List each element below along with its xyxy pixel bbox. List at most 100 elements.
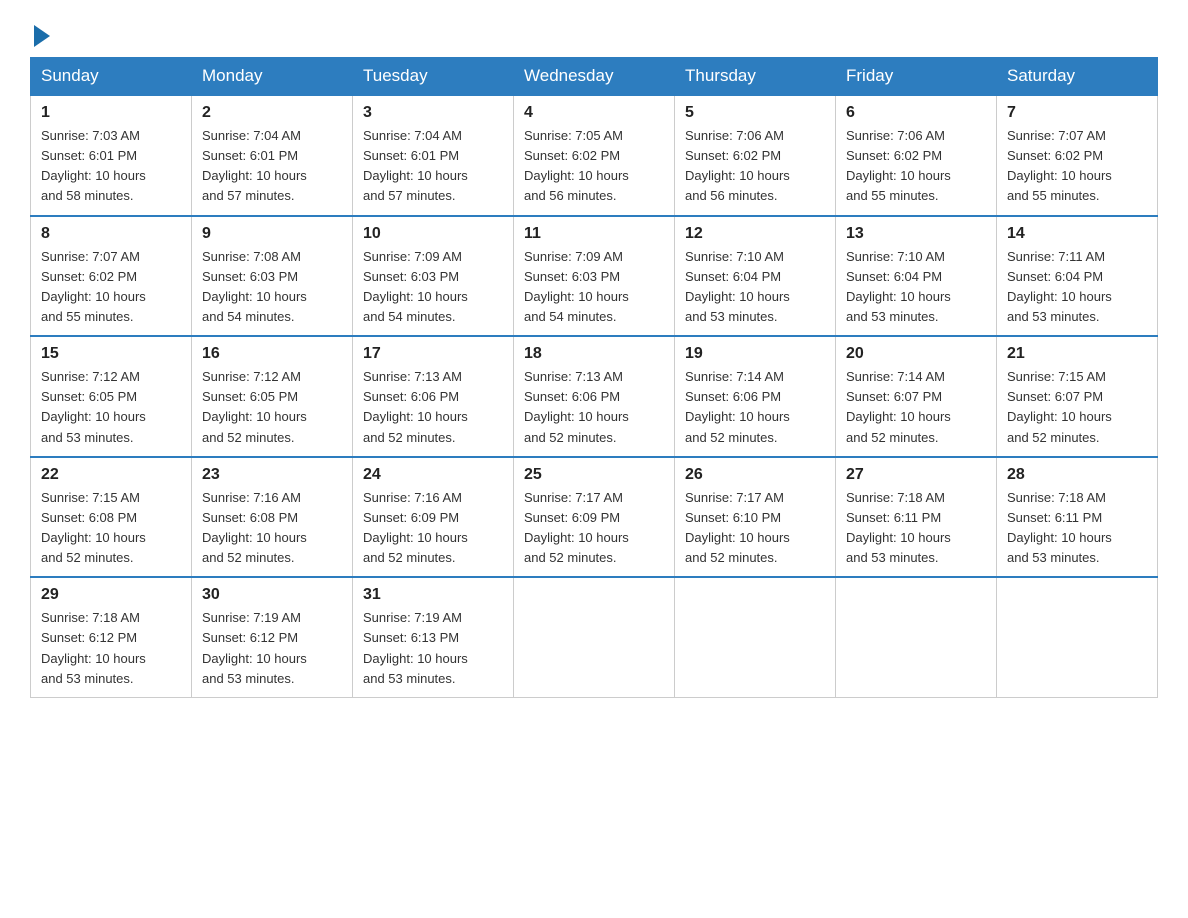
calendar-cell — [997, 577, 1158, 697]
calendar-cell: 8 Sunrise: 7:07 AMSunset: 6:02 PMDaylight… — [31, 216, 192, 337]
col-header-monday: Monday — [192, 58, 353, 96]
day-info: Sunrise: 7:18 AMSunset: 6:12 PMDaylight:… — [41, 608, 181, 689]
day-number: 5 — [685, 104, 825, 122]
calendar-cell: 12 Sunrise: 7:10 AMSunset: 6:04 PMDayligh… — [675, 216, 836, 337]
calendar-cell: 2 Sunrise: 7:04 AMSunset: 6:01 PMDaylight… — [192, 95, 353, 216]
calendar-header-row: SundayMondayTuesdayWednesdayThursdayFrid… — [31, 58, 1158, 96]
calendar-cell: 6 Sunrise: 7:06 AMSunset: 6:02 PMDaylight… — [836, 95, 997, 216]
day-number: 11 — [524, 225, 664, 243]
day-number: 14 — [1007, 225, 1147, 243]
day-info: Sunrise: 7:14 AMSunset: 6:06 PMDaylight:… — [685, 367, 825, 448]
day-info: Sunrise: 7:05 AMSunset: 6:02 PMDaylight:… — [524, 126, 664, 207]
day-number: 15 — [41, 345, 181, 363]
day-number: 23 — [202, 466, 342, 484]
calendar-cell: 28Sunrise: 7:18 AMSunset: 6:11 PMDayligh… — [997, 457, 1158, 578]
col-header-wednesday: Wednesday — [514, 58, 675, 96]
day-info: Sunrise: 7:06 AMSunset: 6:02 PMDaylight:… — [846, 126, 986, 207]
calendar-cell: 18 Sunrise: 7:13 AMSunset: 6:06 PMDayligh… — [514, 336, 675, 457]
calendar-cell: 30Sunrise: 7:19 AMSunset: 6:12 PMDayligh… — [192, 577, 353, 697]
day-number: 13 — [846, 225, 986, 243]
col-header-thursday: Thursday — [675, 58, 836, 96]
day-number: 21 — [1007, 345, 1147, 363]
day-number: 29 — [41, 586, 181, 604]
calendar-cell: 21 Sunrise: 7:15 AMSunset: 6:07 PMDayligh… — [997, 336, 1158, 457]
day-number: 18 — [524, 345, 664, 363]
day-info: Sunrise: 7:07 AMSunset: 6:02 PMDaylight:… — [1007, 126, 1147, 207]
col-header-tuesday: Tuesday — [353, 58, 514, 96]
day-info: Sunrise: 7:13 AMSunset: 6:06 PMDaylight:… — [524, 367, 664, 448]
day-info: Sunrise: 7:19 AMSunset: 6:13 PMDaylight:… — [363, 608, 503, 689]
day-number: 9 — [202, 225, 342, 243]
col-header-saturday: Saturday — [997, 58, 1158, 96]
day-info: Sunrise: 7:16 AMSunset: 6:08 PMDaylight:… — [202, 488, 342, 569]
day-number: 8 — [41, 225, 181, 243]
calendar-cell: 13 Sunrise: 7:10 AMSunset: 6:04 PMDayligh… — [836, 216, 997, 337]
calendar-cell: 31 Sunrise: 7:19 AMSunset: 6:13 PMDayligh… — [353, 577, 514, 697]
day-info: Sunrise: 7:17 AMSunset: 6:10 PMDaylight:… — [685, 488, 825, 569]
calendar-cell: 11 Sunrise: 7:09 AMSunset: 6:03 PMDayligh… — [514, 216, 675, 337]
calendar-cell: 3Sunrise: 7:04 AMSunset: 6:01 PMDaylight… — [353, 95, 514, 216]
calendar-cell: 9 Sunrise: 7:08 AMSunset: 6:03 PMDaylight… — [192, 216, 353, 337]
calendar-week-row: 29 Sunrise: 7:18 AMSunset: 6:12 PMDayligh… — [31, 577, 1158, 697]
calendar-cell: 29 Sunrise: 7:18 AMSunset: 6:12 PMDayligh… — [31, 577, 192, 697]
day-number: 20 — [846, 345, 986, 363]
day-info: Sunrise: 7:09 AMSunset: 6:03 PMDaylight:… — [524, 247, 664, 328]
calendar-week-row: 8 Sunrise: 7:07 AMSunset: 6:02 PMDaylight… — [31, 216, 1158, 337]
day-info: Sunrise: 7:07 AMSunset: 6:02 PMDaylight:… — [41, 247, 181, 328]
day-number: 4 — [524, 104, 664, 122]
calendar-cell: 16 Sunrise: 7:12 AMSunset: 6:05 PMDayligh… — [192, 336, 353, 457]
day-info: Sunrise: 7:08 AMSunset: 6:03 PMDaylight:… — [202, 247, 342, 328]
day-info: Sunrise: 7:16 AMSunset: 6:09 PMDaylight:… — [363, 488, 503, 569]
calendar-cell: 14 Sunrise: 7:11 AMSunset: 6:04 PMDayligh… — [997, 216, 1158, 337]
day-number: 30 — [202, 586, 342, 604]
day-number: 2 — [202, 104, 342, 122]
day-info: Sunrise: 7:15 AMSunset: 6:07 PMDaylight:… — [1007, 367, 1147, 448]
calendar-week-row: 15 Sunrise: 7:12 AMSunset: 6:05 PMDayligh… — [31, 336, 1158, 457]
day-number: 31 — [363, 586, 503, 604]
calendar-cell: 17 Sunrise: 7:13 AMSunset: 6:06 PMDayligh… — [353, 336, 514, 457]
day-number: 7 — [1007, 104, 1147, 122]
day-info: Sunrise: 7:14 AMSunset: 6:07 PMDaylight:… — [846, 367, 986, 448]
calendar-cell: 24Sunrise: 7:16 AMSunset: 6:09 PMDayligh… — [353, 457, 514, 578]
day-number: 25 — [524, 466, 664, 484]
day-number: 12 — [685, 225, 825, 243]
day-number: 6 — [846, 104, 986, 122]
day-info: Sunrise: 7:12 AMSunset: 6:05 PMDaylight:… — [202, 367, 342, 448]
calendar-cell: 15Sunrise: 7:12 AMSunset: 6:05 PMDayligh… — [31, 336, 192, 457]
day-info: Sunrise: 7:13 AMSunset: 6:06 PMDaylight:… — [363, 367, 503, 448]
day-number: 22 — [41, 466, 181, 484]
day-info: Sunrise: 7:10 AMSunset: 6:04 PMDaylight:… — [846, 247, 986, 328]
logo — [30, 20, 50, 47]
calendar-cell — [514, 577, 675, 697]
calendar-cell: 1Sunrise: 7:03 AMSunset: 6:01 PMDaylight… — [31, 95, 192, 216]
col-header-friday: Friday — [836, 58, 997, 96]
calendar-cell — [675, 577, 836, 697]
day-number: 10 — [363, 225, 503, 243]
day-info: Sunrise: 7:04 AMSunset: 6:01 PMDaylight:… — [202, 126, 342, 207]
col-header-sunday: Sunday — [31, 58, 192, 96]
day-info: Sunrise: 7:04 AMSunset: 6:01 PMDaylight:… — [363, 126, 503, 207]
day-info: Sunrise: 7:11 AMSunset: 6:04 PMDaylight:… — [1007, 247, 1147, 328]
calendar-cell: 20 Sunrise: 7:14 AMSunset: 6:07 PMDayligh… — [836, 336, 997, 457]
day-info: Sunrise: 7:18 AMSunset: 6:11 PMDaylight:… — [846, 488, 986, 569]
day-info: Sunrise: 7:10 AMSunset: 6:04 PMDaylight:… — [685, 247, 825, 328]
calendar-cell: 22Sunrise: 7:15 AMSunset: 6:08 PMDayligh… — [31, 457, 192, 578]
calendar-cell: 23 Sunrise: 7:16 AMSunset: 6:08 PMDayligh… — [192, 457, 353, 578]
day-number: 28 — [1007, 466, 1147, 484]
calendar-cell: 19Sunrise: 7:14 AMSunset: 6:06 PMDayligh… — [675, 336, 836, 457]
calendar-cell — [836, 577, 997, 697]
page-header — [30, 20, 1158, 47]
day-info: Sunrise: 7:09 AMSunset: 6:03 PMDaylight:… — [363, 247, 503, 328]
calendar-cell: 26Sunrise: 7:17 AMSunset: 6:10 PMDayligh… — [675, 457, 836, 578]
day-number: 1 — [41, 104, 181, 122]
day-number: 16 — [202, 345, 342, 363]
calendar-table: SundayMondayTuesdayWednesdayThursdayFrid… — [30, 57, 1158, 698]
day-info: Sunrise: 7:06 AMSunset: 6:02 PMDaylight:… — [685, 126, 825, 207]
calendar-cell: 27 Sunrise: 7:18 AMSunset: 6:11 PMDayligh… — [836, 457, 997, 578]
day-number: 27 — [846, 466, 986, 484]
calendar-cell: 25 Sunrise: 7:17 AMSunset: 6:09 PMDayligh… — [514, 457, 675, 578]
calendar-cell: 5 Sunrise: 7:06 AMSunset: 6:02 PMDaylight… — [675, 95, 836, 216]
day-info: Sunrise: 7:17 AMSunset: 6:09 PMDaylight:… — [524, 488, 664, 569]
calendar-week-row: 22Sunrise: 7:15 AMSunset: 6:08 PMDayligh… — [31, 457, 1158, 578]
day-number: 17 — [363, 345, 503, 363]
